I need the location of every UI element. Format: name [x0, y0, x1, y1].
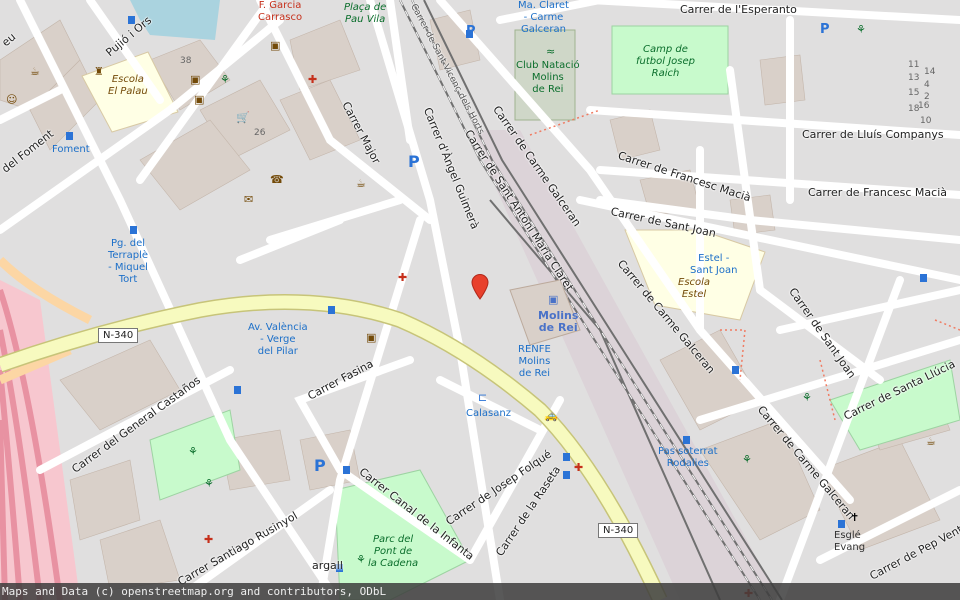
house-number: 2: [924, 92, 930, 102]
parking-icon[interactable]: P: [466, 24, 476, 39]
stop-label-av-valencia: Av. València - Verge del Pilar: [248, 322, 308, 357]
place-label-placa-pau-vila: Plaça de Pau Vila: [344, 2, 387, 25]
street-label-bonavall: argall: [312, 559, 343, 572]
place-label-club-natacio: Club Natació Molins de Rei: [516, 60, 580, 95]
house-number: 16: [918, 101, 930, 111]
shop-icon[interactable]: 🛒: [236, 112, 250, 123]
street-label-esperanto: Carrer de l'Esperanto: [680, 3, 797, 16]
playground-icon[interactable]: ⚘: [856, 24, 866, 35]
playground-icon[interactable]: ⚘: [802, 392, 812, 403]
place-label-calasanz: Calasanz: [466, 408, 511, 419]
house-number: 26: [254, 128, 266, 138]
train-station-icon[interactable]: ▣: [548, 294, 558, 305]
church-icon[interactable]: ✝: [850, 512, 859, 523]
street-label-francesc-macia-east: Carrer de Francesc Macià: [808, 186, 947, 199]
cafe-icon[interactable]: ☕: [30, 66, 40, 77]
route-shield-n340-west: N-340: [98, 328, 139, 343]
route-shield-n340-east: N-340: [598, 523, 639, 538]
playground-icon[interactable]: ⚘: [188, 446, 198, 457]
location-pin-icon[interactable]: [471, 274, 489, 300]
bank-icon[interactable]: ▣: [270, 40, 280, 51]
stop-label-pas-soterrat: Pas soterrat Rodalies: [658, 446, 718, 469]
place-label-escola-estel: Escola Estel: [678, 277, 711, 300]
place-label-parc-pont-cadena: Parc del Pont de la Cadena: [368, 534, 419, 569]
bank-icon[interactable]: ▣: [190, 74, 200, 85]
swimming-icon[interactable]: ≈: [546, 46, 555, 57]
hotel-icon[interactable]: ⊏: [478, 392, 487, 403]
street-label-lluis-companys: Carrer de Lluís Companys: [802, 128, 944, 141]
house-number: 15: [908, 88, 920, 98]
phone-icon[interactable]: ☎: [270, 174, 284, 185]
house-number: 18: [908, 104, 920, 114]
house-number: 4: [924, 80, 930, 90]
stop-label-estel-sant-joan: Estel - Sant Joan: [690, 253, 738, 276]
playground-icon[interactable]: ⚘: [204, 478, 214, 489]
post-office-icon[interactable]: ✉: [244, 194, 253, 205]
playground-icon[interactable]: ⚘: [220, 74, 230, 85]
house-number: 38: [180, 56, 192, 66]
parking-icon[interactable]: P: [820, 22, 830, 37]
stop-label-pg-terraple: Pg. del Terraplè - Miquel Tort: [108, 238, 149, 285]
cafe-icon[interactable]: ☕: [356, 178, 366, 189]
taxi-icon[interactable]: 🚕: [544, 410, 558, 421]
house-number: 10: [920, 116, 932, 126]
parking-icon[interactable]: P: [408, 152, 420, 171]
station-label-molins-de-rei: Molins de Rei: [538, 309, 579, 334]
poi-label-f-garcia: F. Garcia Carrasco: [258, 0, 303, 23]
pharmacy-icon[interactable]: ✚: [574, 462, 583, 473]
bank-icon[interactable]: ▣: [194, 94, 204, 105]
house-number: 14: [924, 67, 936, 77]
house-number: 11: [908, 60, 920, 70]
place-label-escola-palau: Escola El Palau: [108, 74, 148, 97]
bank-icon[interactable]: ▣: [366, 332, 376, 343]
place-label-camp-futbol: Camp de futbol Josep Raich: [636, 44, 695, 79]
station-label-renfe: RENFE Molins de Rei: [518, 344, 551, 379]
house-number: 13: [908, 73, 920, 83]
parking-icon[interactable]: P: [314, 456, 326, 475]
map-attribution: Maps and Data (c) openstreetmap.org and …: [0, 583, 960, 600]
pharmacy-icon[interactable]: ✚: [398, 272, 407, 283]
theatre-icon[interactable]: ☺: [6, 94, 17, 105]
stop-label-foment: Foment: [52, 144, 90, 155]
map-canvas[interactable]: Carrer de l'Esperanto Carrer de Lluís Co…: [0, 0, 960, 600]
pharmacy-icon[interactable]: ✚: [204, 534, 213, 545]
theatre-icon[interactable]: ♜: [94, 66, 104, 77]
stop-label-ma-claret: Ma. Claret - Carme Galceran: [518, 0, 569, 35]
playground-icon[interactable]: ⚘: [356, 554, 366, 565]
playground-icon[interactable]: ⚘: [742, 454, 752, 465]
place-label-esglesia: Esglé Evang: [834, 530, 866, 553]
cafe-icon[interactable]: ☕: [926, 436, 936, 447]
pharmacy-icon[interactable]: ✚: [308, 74, 317, 85]
